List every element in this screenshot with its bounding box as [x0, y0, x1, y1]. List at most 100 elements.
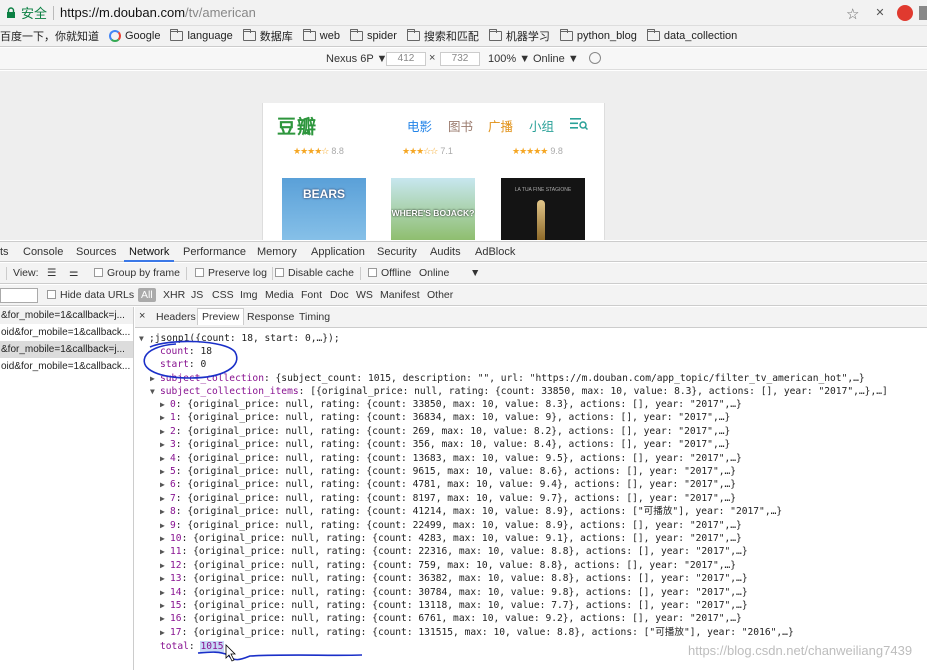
collapse-triangle-icon[interactable]: ▶: [160, 545, 170, 558]
collapse-triangle-icon[interactable]: ▶: [160, 398, 170, 411]
tab-response[interactable]: Response: [247, 311, 294, 323]
collapse-triangle-icon[interactable]: ▶: [160, 559, 170, 572]
extension-partial-icon[interactable]: [919, 6, 927, 20]
filter-input[interactable]: [0, 288, 38, 303]
filter-all[interactable]: All: [138, 288, 156, 302]
tab-preview[interactable]: Preview: [197, 308, 245, 325]
bookmark-item[interactable]: data_collection: [646, 29, 737, 42]
rotate-icon[interactable]: [589, 52, 601, 64]
nav-movie[interactable]: 电影: [407, 116, 432, 135]
extension-x-icon[interactable]: ✕: [873, 6, 887, 20]
tree-item-5[interactable]: ▶ 5: {original_price: null, rating: {coun…: [160, 465, 736, 478]
bookmark-item[interactable]: language: [170, 29, 233, 42]
device-select[interactable]: Nexus 6P ▼: [326, 53, 387, 65]
tree-item-11[interactable]: ▶ 11: {original_price: null, rating: {cou…: [160, 545, 748, 558]
overview-icon[interactable]: ⚌: [69, 267, 78, 279]
collapse-triangle-icon[interactable]: ▶: [160, 586, 170, 599]
bookmark-item[interactable]: 搜索和匹配: [406, 28, 479, 44]
collapse-triangle-icon[interactable]: ▶: [160, 478, 170, 491]
bookmark-item[interactable]: 百度一下，你就知道: [0, 28, 99, 44]
nav-book[interactable]: 图书: [448, 116, 473, 135]
collapse-triangle-icon[interactable]: ▶: [160, 425, 170, 438]
filter-doc[interactable]: Doc: [330, 289, 349, 301]
tree-item-8[interactable]: ▶ 8: {original_price: null, rating: {coun…: [160, 505, 782, 518]
poster-bears[interactable]: BEARS: [282, 178, 366, 240]
dropdown-icon[interactable]: ▼: [470, 267, 480, 279]
tree-item-16[interactable]: ▶ 16: {original_price: null, rating: {cou…: [160, 612, 742, 625]
poster-dark[interactable]: LA TUA FINE STAGIONE: [501, 178, 585, 240]
width-input[interactable]: 412: [386, 52, 426, 66]
offline-checkbox[interactable]: Offline: [368, 267, 411, 279]
tree-item-2[interactable]: ▶ 2: {original_price: null, rating: {coun…: [160, 425, 730, 438]
collapse-triangle-icon[interactable]: ▶: [160, 411, 170, 424]
tree-item-9[interactable]: ▶ 9: {original_price: null, rating: {coun…: [160, 519, 742, 532]
filter-css[interactable]: CSS: [212, 289, 234, 301]
url-text[interactable]: https://m.douban.com/tv/american: [60, 5, 256, 20]
tab-timing[interactable]: Timing: [299, 311, 330, 323]
request-row[interactable]: &for_mobile=1&callback=j...: [0, 307, 133, 324]
zoom-select[interactable]: 100% ▼: [488, 53, 530, 65]
online-select[interactable]: Online: [419, 267, 449, 279]
filter-img[interactable]: Img: [240, 289, 258, 301]
tree-subject-collection[interactable]: ▶ subject_collection: {subject_count: 101…: [150, 372, 865, 385]
douban-logo[interactable]: 豆瓣: [277, 112, 317, 139]
filter-manifest[interactable]: Manifest: [380, 289, 420, 301]
request-row[interactable]: oid&for_mobile=1&callback...: [0, 324, 133, 341]
request-row[interactable]: oid&for_mobile=1&callback...: [0, 358, 133, 375]
collapse-triangle-icon[interactable]: ▶: [160, 452, 170, 465]
collapse-triangle-icon[interactable]: ▶: [160, 612, 170, 625]
poster-bojack[interactable]: WHERE'S BOJACK?: [391, 178, 475, 240]
nav-group[interactable]: 小组: [529, 116, 554, 135]
collapse-triangle-icon[interactable]: ▶: [160, 492, 170, 505]
nav-broadcast[interactable]: 广播: [488, 116, 513, 135]
tree-item-1[interactable]: ▶ 1: {original_price: null, rating: {coun…: [160, 411, 730, 424]
menu-search-icon[interactable]: [570, 117, 588, 130]
tab-performance[interactable]: Performance: [183, 246, 246, 258]
collapse-triangle-icon[interactable]: ▶: [150, 372, 160, 385]
collapse-triangle-icon[interactable]: ▶: [160, 465, 170, 478]
tree-item-14[interactable]: ▶ 14: {original_price: null, rating: {cou…: [160, 586, 748, 599]
collapse-triangle-icon[interactable]: ▶: [160, 572, 170, 585]
bookmark-item[interactable]: python_blog: [559, 29, 637, 42]
filter-other[interactable]: Other: [427, 289, 453, 301]
expand-triangle-icon[interactable]: ▼: [150, 385, 160, 398]
tree-item-13[interactable]: ▶ 13: {original_price: null, rating: {cou…: [160, 572, 748, 585]
collapse-triangle-icon[interactable]: ▶: [160, 438, 170, 451]
tree-item-6[interactable]: ▶ 6: {original_price: null, rating: {coun…: [160, 478, 736, 491]
preserve-log-checkbox[interactable]: Preserve log: [195, 267, 267, 279]
large-rows-icon[interactable]: ☰: [47, 267, 56, 279]
filter-media[interactable]: Media: [265, 289, 294, 301]
bookmark-item[interactable]: 数据库: [242, 28, 293, 44]
collapse-triangle-icon[interactable]: ▶: [160, 505, 170, 518]
bookmark-item[interactable]: 机器学习: [488, 28, 550, 44]
group-by-frame-checkbox[interactable]: Group by frame: [94, 267, 180, 279]
collapse-triangle-icon[interactable]: ▶: [160, 519, 170, 532]
tree-item-17[interactable]: ▶ 17: {original_price: null, rating: {cou…: [160, 626, 794, 639]
tab-network[interactable]: Network: [129, 246, 169, 258]
tree-item-10[interactable]: ▶ 10: {original_price: null, rating: {cou…: [160, 532, 742, 545]
tree-root[interactable]: ▼ ;jsonp1({count: 18, start: 0,…});: [139, 332, 340, 345]
hide-data-urls-checkbox[interactable]: Hide data URLs: [47, 289, 134, 301]
tab-elements[interactable]: ts: [0, 246, 9, 258]
bookmark-item[interactable]: web: [302, 29, 340, 42]
extension-red-icon[interactable]: [897, 5, 913, 21]
collapse-triangle-icon[interactable]: ▶: [160, 626, 170, 639]
tree-item-0[interactable]: ▶ 0: {original_price: null, rating: {coun…: [160, 398, 742, 411]
tab-audits[interactable]: Audits: [430, 246, 461, 258]
address-bar[interactable]: 安全 https://m.douban.com/tv/american ☆ ✕: [0, 0, 927, 26]
tab-application[interactable]: Application: [311, 246, 365, 258]
tree-item-7[interactable]: ▶ 7: {original_price: null, rating: {coun…: [160, 492, 736, 505]
tree-items[interactable]: ▼ subject_collection_items: [{original_pr…: [150, 385, 888, 398]
tab-adblock[interactable]: AdBlock: [475, 246, 515, 258]
tree-item-3[interactable]: ▶ 3: {original_price: null, rating: {coun…: [160, 438, 730, 451]
tab-sources[interactable]: Sources: [76, 246, 116, 258]
filter-js[interactable]: JS: [191, 289, 203, 301]
throttle-select[interactable]: Online ▼: [533, 53, 579, 65]
filter-font[interactable]: Font: [301, 289, 322, 301]
close-icon[interactable]: ×: [139, 310, 145, 322]
tree-item-12[interactable]: ▶ 12: {original_price: null, rating: {cou…: [160, 559, 736, 572]
tab-memory[interactable]: Memory: [257, 246, 297, 258]
expand-triangle-icon[interactable]: ▼: [139, 332, 149, 345]
request-row[interactable]: &for_mobile=1&callback=j...: [0, 341, 133, 358]
tree-item-4[interactable]: ▶ 4: {original_price: null, rating: {coun…: [160, 452, 742, 465]
